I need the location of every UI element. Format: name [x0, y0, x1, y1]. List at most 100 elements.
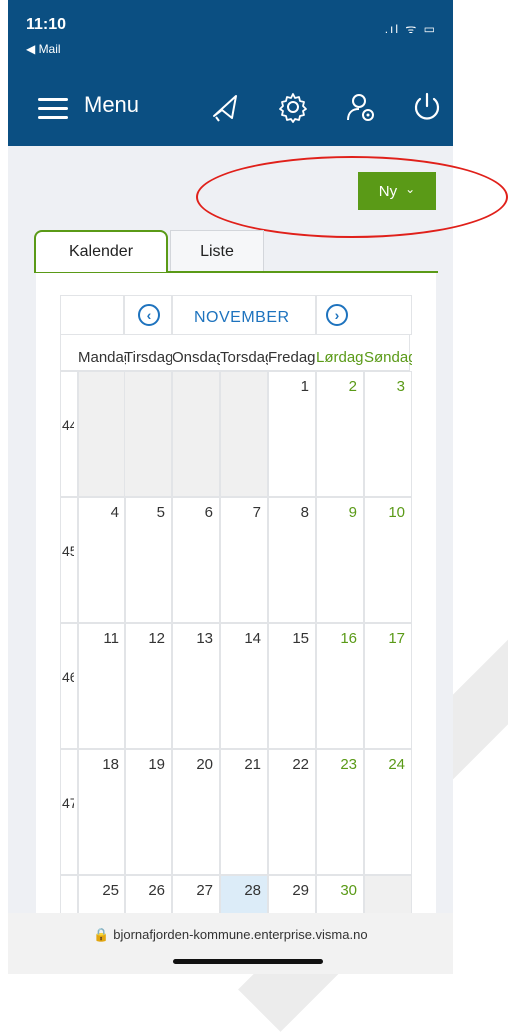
weekday-header: Tirsdag	[124, 349, 172, 366]
back-to-mail-link[interactable]: ◀ Mail	[26, 42, 61, 56]
day-cell[interactable]: 24	[364, 749, 412, 875]
day-cell[interactable]: 8	[268, 497, 316, 623]
view-tabs: Kalender Liste	[34, 230, 440, 274]
top-nav-bar: Menu	[8, 72, 453, 146]
day-number: 29	[292, 882, 309, 899]
day-number: 6	[204, 504, 213, 521]
url-text: 🔒 bjornafjorden-kommune.enterprise.visma…	[93, 927, 368, 942]
week-number-cell	[60, 875, 78, 915]
day-cell[interactable]	[78, 371, 126, 497]
day-cell[interactable]: 19	[124, 749, 172, 875]
day-cell[interactable]: 28	[220, 875, 268, 915]
day-cell[interactable]: 6	[172, 497, 220, 623]
day-number: 10	[388, 504, 405, 521]
home-indicator	[173, 959, 323, 964]
week-number: 44	[62, 417, 74, 433]
day-number: 11	[103, 630, 119, 647]
day-number: 18	[102, 756, 119, 773]
week-number-cell	[60, 371, 78, 497]
day-number: 8	[300, 504, 309, 521]
weekday-header: Torsdag	[220, 349, 268, 366]
day-number: 25	[102, 882, 119, 899]
day-number: 24	[388, 756, 405, 773]
day-number: 20	[196, 756, 213, 773]
week-number: 46	[62, 669, 74, 685]
weekday-header: Onsdag	[172, 349, 220, 366]
weekday-header: Mandag	[78, 349, 126, 366]
calendar-grid: ‹ NOVEMBER › MandagTirsdagOnsdagTorsdagF…	[60, 295, 412, 915]
day-number: 12	[148, 630, 165, 647]
day-cell[interactable]: 25	[78, 875, 126, 915]
day-number: 28	[244, 882, 261, 899]
signal-wifi-battery-icons: .ıl ᯤ ▭	[384, 22, 437, 36]
day-number: 26	[148, 882, 165, 899]
week-number-cell	[60, 497, 78, 623]
day-cell[interactable]: 21	[220, 749, 268, 875]
day-cell[interactable]: 26	[124, 875, 172, 915]
day-number: 19	[148, 756, 165, 773]
day-cell[interactable]: 23	[316, 749, 364, 875]
day-cell[interactable]: 4	[78, 497, 126, 623]
user-settings-icon[interactable]	[344, 90, 378, 124]
day-cell[interactable]: 20	[172, 749, 220, 875]
next-month-button[interactable]: ›	[326, 304, 348, 326]
day-cell[interactable]: 11	[78, 623, 126, 749]
day-number: 9	[348, 504, 357, 521]
day-cell[interactable]: 13	[172, 623, 220, 749]
day-cell[interactable]: 15	[268, 623, 316, 749]
day-cell[interactable]: 18	[78, 749, 126, 875]
day-cell[interactable]	[364, 875, 412, 915]
day-cell[interactable]: 22	[268, 749, 316, 875]
day-cell[interactable]: 9	[316, 497, 364, 623]
power-icon[interactable]	[410, 90, 444, 124]
week-number-cell	[60, 749, 78, 875]
tab-liste[interactable]: Liste	[170, 230, 264, 273]
day-number: 3	[396, 378, 405, 395]
megaphone-icon[interactable]	[208, 90, 242, 124]
day-number: 4	[110, 504, 119, 521]
day-cell[interactable]: 2	[316, 371, 364, 497]
tab-kalender[interactable]: Kalender	[34, 230, 168, 272]
week-number: 45	[62, 543, 74, 559]
month-title: NOVEMBER	[194, 309, 290, 326]
day-number: 15	[292, 630, 309, 647]
day-cell[interactable]: 5	[124, 497, 172, 623]
day-cell[interactable]	[172, 371, 220, 497]
weekday-header: Fredag	[268, 349, 316, 366]
day-number: 7	[252, 504, 261, 521]
day-cell[interactable]: 17	[364, 623, 412, 749]
day-cell[interactable]: 30	[316, 875, 364, 915]
day-cell[interactable]: 14	[220, 623, 268, 749]
day-cell[interactable]	[124, 371, 172, 497]
prev-month-button[interactable]: ‹	[138, 304, 160, 326]
status-time: 11:10	[26, 16, 67, 33]
hamburger-icon[interactable]	[38, 98, 68, 120]
day-number: 14	[244, 630, 261, 647]
weekday-header: Søndag	[364, 349, 412, 366]
status-bar: 11:10 ◀ Mail .ıl ᯤ ▭	[8, 0, 453, 72]
weekday-header: Lørdag	[316, 349, 364, 366]
day-cell[interactable]: 12	[124, 623, 172, 749]
day-number: 27	[196, 882, 213, 899]
day-number: 21	[244, 756, 261, 773]
day-number: 23	[340, 756, 357, 773]
red-annotation-ellipse	[196, 156, 508, 238]
day-number: 1	[300, 378, 309, 395]
day-cell[interactable]: 10	[364, 497, 412, 623]
week-number: 47	[62, 795, 74, 811]
day-cell[interactable]: 1	[268, 371, 316, 497]
day-number: 13	[196, 630, 213, 647]
day-number: 30	[340, 882, 357, 899]
menu-label[interactable]: Menu	[84, 92, 139, 118]
day-cell[interactable]: 29	[268, 875, 316, 915]
week-number-cell	[60, 623, 78, 749]
gear-icon[interactable]	[276, 90, 310, 124]
day-cell[interactable]: 7	[220, 497, 268, 623]
day-cell[interactable]: 3	[364, 371, 412, 497]
day-cell[interactable]: 27	[172, 875, 220, 915]
browser-url-bar[interactable]: 🔒 bjornafjorden-kommune.enterprise.visma…	[8, 913, 453, 974]
day-cell[interactable]	[220, 371, 268, 497]
day-number: 2	[348, 378, 357, 395]
day-cell[interactable]: 16	[316, 623, 364, 749]
day-number: 16	[340, 630, 357, 647]
